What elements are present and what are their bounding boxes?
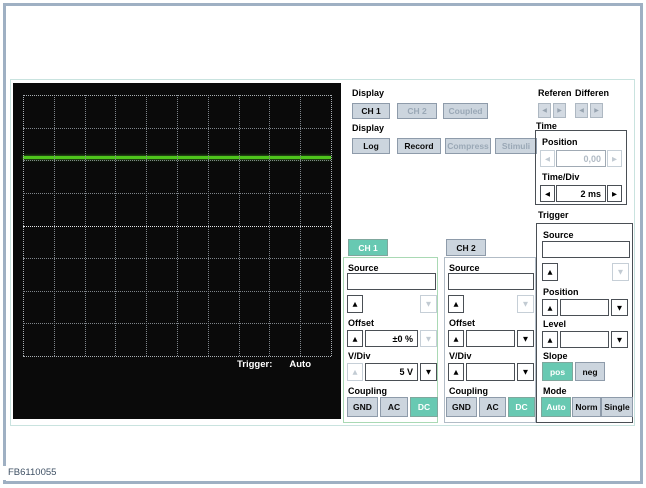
ch2-offset-up-button[interactable]: ▲	[448, 330, 464, 347]
trigger-position-down-button[interactable]: ▼	[611, 299, 628, 316]
differen-next-button[interactable]: ▶	[590, 103, 603, 118]
trigger-group-label: Trigger	[538, 210, 569, 220]
trigger-position-value	[560, 299, 609, 316]
tab-ch2[interactable]: CH 2	[446, 239, 486, 256]
trigger-source-up-button[interactable]: ▲	[542, 263, 558, 281]
time-div-increment-button[interactable]: ▶	[607, 185, 622, 202]
stimuli-button[interactable]: Stimuli	[495, 138, 537, 154]
trigger-source-input[interactable]	[542, 241, 630, 258]
ch1-coupling-dc-button[interactable]: DC	[410, 397, 438, 417]
slope-pos-button[interactable]: pos	[542, 362, 573, 381]
grid-line-horizontal	[23, 226, 331, 227]
ch1-source-input[interactable]	[347, 273, 436, 290]
trigger-position-label: Position	[543, 287, 579, 297]
ch2-offset-down-button[interactable]: ▼	[517, 330, 534, 347]
ch1-source-label: Source	[348, 263, 379, 273]
ch2-source-input[interactable]	[448, 273, 534, 290]
grid-line-horizontal	[23, 160, 331, 161]
referen-prev-button[interactable]: ◀	[538, 103, 551, 118]
grid-line-horizontal	[23, 258, 331, 259]
coupled-display-button[interactable]: Coupled	[443, 103, 488, 119]
ch1-offset-label: Offset	[348, 318, 374, 328]
scope-display: Trigger: Auto	[13, 83, 341, 419]
grid-line-vertical	[331, 95, 332, 356]
grid-line-horizontal	[23, 323, 331, 324]
ch2-coupling-gnd-button[interactable]: GND	[446, 397, 477, 417]
oscilloscope-app-window: FB6110055 Trigger: Auto Display CH 1 CH …	[0, 0, 646, 488]
grid-line-horizontal	[23, 128, 331, 129]
ch1-offset-up-button[interactable]: ▲	[347, 330, 363, 347]
ch2-vdiv-up-button[interactable]: ▲	[448, 363, 464, 381]
trigger-level-value	[560, 331, 609, 348]
display-channels-label: Display	[352, 88, 384, 98]
ch1-source-up-button[interactable]: ▲	[347, 295, 363, 313]
ch2-offset-label: Offset	[449, 318, 475, 328]
mode-single-button[interactable]: Single	[601, 397, 633, 417]
differen-prev-button[interactable]: ◀	[575, 103, 588, 118]
time-div-value: 2 ms	[556, 185, 606, 202]
ch1-coupling-gnd-button[interactable]: GND	[347, 397, 378, 417]
ch1-offset-down-button[interactable]: ▼	[420, 330, 437, 347]
ch2-coupling-ac-button[interactable]: AC	[479, 397, 506, 417]
trigger-source-label: Source	[543, 230, 574, 240]
trigger-level-up-button[interactable]: ▲	[542, 331, 558, 348]
log-button[interactable]: Log	[352, 138, 390, 154]
ch1-source-down-button[interactable]: ▼	[420, 295, 437, 313]
compress-button[interactable]: Compress	[445, 138, 491, 154]
ch2-coupling-dc-button[interactable]: DC	[508, 397, 535, 417]
ch1-vdiv-up-button[interactable]: ▲	[347, 363, 363, 381]
ch1-vdiv-label: V/Div	[348, 351, 371, 361]
ch2-offset-value	[466, 330, 515, 347]
trigger-status-value: Auto	[289, 359, 311, 370]
mode-norm-button[interactable]: Norm	[572, 397, 601, 417]
figure-id: FB6110055	[2, 466, 61, 480]
trigger-status-label: Trigger:	[237, 359, 272, 370]
mode-auto-button[interactable]: Auto	[541, 397, 571, 417]
scope-grid	[23, 95, 331, 356]
grid-line-horizontal	[23, 291, 331, 292]
ch2-coupling-label: Coupling	[449, 386, 488, 396]
trigger-source-down-button[interactable]: ▼	[612, 263, 629, 281]
grid-line-horizontal	[23, 95, 331, 96]
record-button[interactable]: Record	[397, 138, 441, 154]
time-position-value: 0,00	[556, 150, 606, 167]
grid-line-horizontal	[23, 193, 331, 194]
ch1-vdiv-value: 5 V	[365, 363, 418, 381]
ch2-vdiv-down-button[interactable]: ▼	[517, 363, 534, 381]
grid-line-horizontal	[23, 356, 331, 357]
trigger-status: Trigger: Auto	[237, 359, 311, 370]
ch2-source-down-button[interactable]: ▼	[517, 295, 534, 313]
time-position-label: Position	[542, 137, 578, 147]
ch1-offset-value: ±0 %	[365, 330, 418, 347]
ch2-vdiv-label: V/Div	[449, 351, 472, 361]
differen-label: Differen	[575, 88, 609, 98]
trigger-level-label: Level	[543, 319, 566, 329]
ch1-coupling-label: Coupling	[348, 386, 387, 396]
tab-ch1[interactable]: CH 1	[348, 239, 388, 256]
ch1-display-button[interactable]: CH 1	[352, 103, 390, 119]
display-modes-label: Display	[352, 123, 384, 133]
referen-label: Referen	[538, 88, 572, 98]
time-position-decrement-button[interactable]: ◀	[540, 150, 555, 167]
time-div-label: Time/Div	[542, 172, 579, 182]
trigger-slope-label: Slope	[543, 351, 568, 361]
trigger-mode-label: Mode	[543, 386, 567, 396]
ch1-coupling-ac-button[interactable]: AC	[380, 397, 408, 417]
time-position-increment-button[interactable]: ▶	[607, 150, 622, 167]
ch2-source-up-button[interactable]: ▲	[448, 295, 464, 313]
ch2-vdiv-value	[466, 363, 515, 381]
referen-next-button[interactable]: ▶	[553, 103, 566, 118]
slope-neg-button[interactable]: neg	[575, 362, 605, 381]
trigger-position-up-button[interactable]: ▲	[542, 299, 558, 316]
ch2-display-button[interactable]: CH 2	[397, 103, 437, 119]
ch1-vdiv-down-button[interactable]: ▼	[420, 363, 437, 381]
trigger-level-down-button[interactable]: ▼	[611, 331, 628, 348]
ch2-source-label: Source	[449, 263, 480, 273]
time-div-decrement-button[interactable]: ◀	[540, 185, 555, 202]
